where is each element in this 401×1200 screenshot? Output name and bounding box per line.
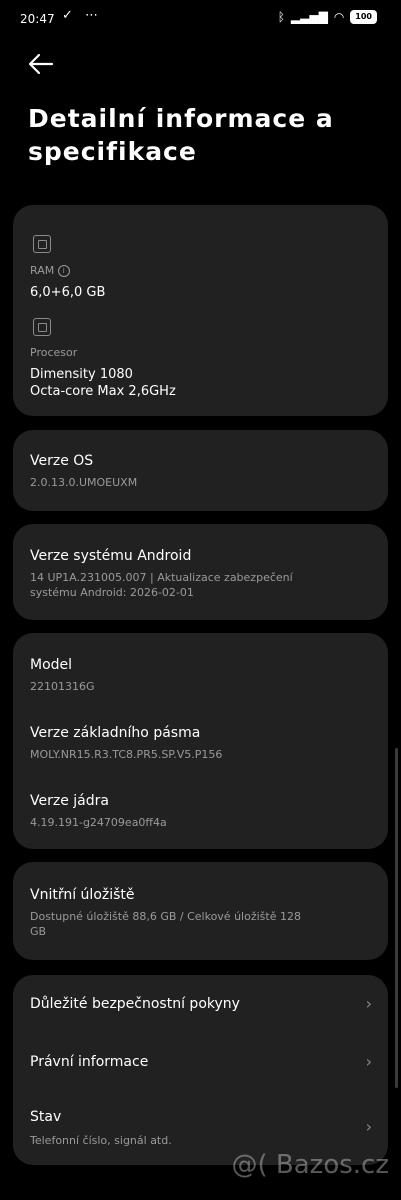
back-arrow-icon[interactable] [26,50,56,78]
os-version-card[interactable]: Verze OS 2.0.13.0.UMOEUXM [13,430,388,511]
status-sub: Telefonní číslo, signál atd. [30,1134,172,1147]
processor-chip-icon [33,318,51,336]
status-time: 20:47 [20,12,55,26]
ram-label: RAM i [30,264,70,277]
scrollbar[interactable] [395,748,398,1088]
device-details-card: Model 22101316G Verze základního pásma M… [13,633,388,849]
chevron-right-icon: › [365,1052,372,1071]
links-card: Důležité bezpečnostní pokyny › Právní in… [13,975,388,1165]
chevron-right-icon: › [365,1117,372,1136]
page-title: Detailní informace a specifikace [28,104,334,166]
battery-icon: 100 [350,10,377,24]
android-version-label: Verze systému Android [30,548,192,564]
info-icon[interactable]: i [57,265,70,277]
baseband-label: Verze základního pásma [30,725,201,741]
storage-line2: GB [30,925,47,938]
storage-line1: Dostupné úložiště 88,6 GB / Celkové úlož… [30,910,301,923]
safety-instructions-label: Důležité bezpečnostní pokyny [30,996,240,1012]
storage-card[interactable]: Vnitřní úložiště Dostupné úložiště 88,6 … [13,862,388,960]
os-version-value: 2.0.13.0.UMOEUXM [30,476,138,489]
bluetooth-icon: ᛒ [277,10,285,24]
legal-info-label: Právní informace [30,1054,149,1070]
model-label: Model [30,657,73,673]
status-right-icons: ᛒ ▂▃▅▇ ◠ 100 [278,10,377,24]
processor-name: Dimensity 1080 [30,367,133,382]
android-version-line2: systému Android: 2026-02-01 [30,586,194,599]
safety-instructions-row[interactable]: Důležité bezpečnostní pokyny › [13,975,388,1035]
storage-label: Vnitřní úložiště [30,887,135,903]
kernel-label: Verze jádra [30,793,109,809]
wifi-icon: ◠ [333,10,345,24]
ram-value: 6,0+6,0 GB [30,285,106,300]
baseband-value: MOLY.NR15.R3.TC8.PR5.SP.V5.P156 [30,748,223,761]
android-version-line1: 14 UP1A.231005.007 | Aktualizace zabezpe… [30,571,293,584]
legal-info-row[interactable]: Právní informace › [13,1035,388,1091]
processor-cores: Octa-core Max 2,6GHz [30,384,176,399]
kernel-value: 4.19.191-g24709ea0ff4a [30,816,167,829]
status-bar: 20:47 ✓ ⋯ ᛒ ▂▃▅▇ ◠ 100 [0,0,401,40]
notification-icons: ✓ ⋯ [62,8,103,23]
status-label: Stav [30,1109,62,1125]
model-value: 22101316G [30,680,95,693]
hardware-card: RAM i 6,0+6,0 GB Procesor Dimensity 1080… [13,205,388,416]
signal-icon: ▂▃▅▇ [290,10,328,24]
os-version-label: Verze OS [30,453,94,469]
chevron-right-icon: › [365,994,372,1013]
processor-label: Procesor [30,346,78,359]
android-version-card[interactable]: Verze systému Android 14 UP1A.231005.007… [13,524,388,620]
watermark: @( Bazos.cz [231,1150,390,1180]
ram-chip-icon [33,235,51,253]
